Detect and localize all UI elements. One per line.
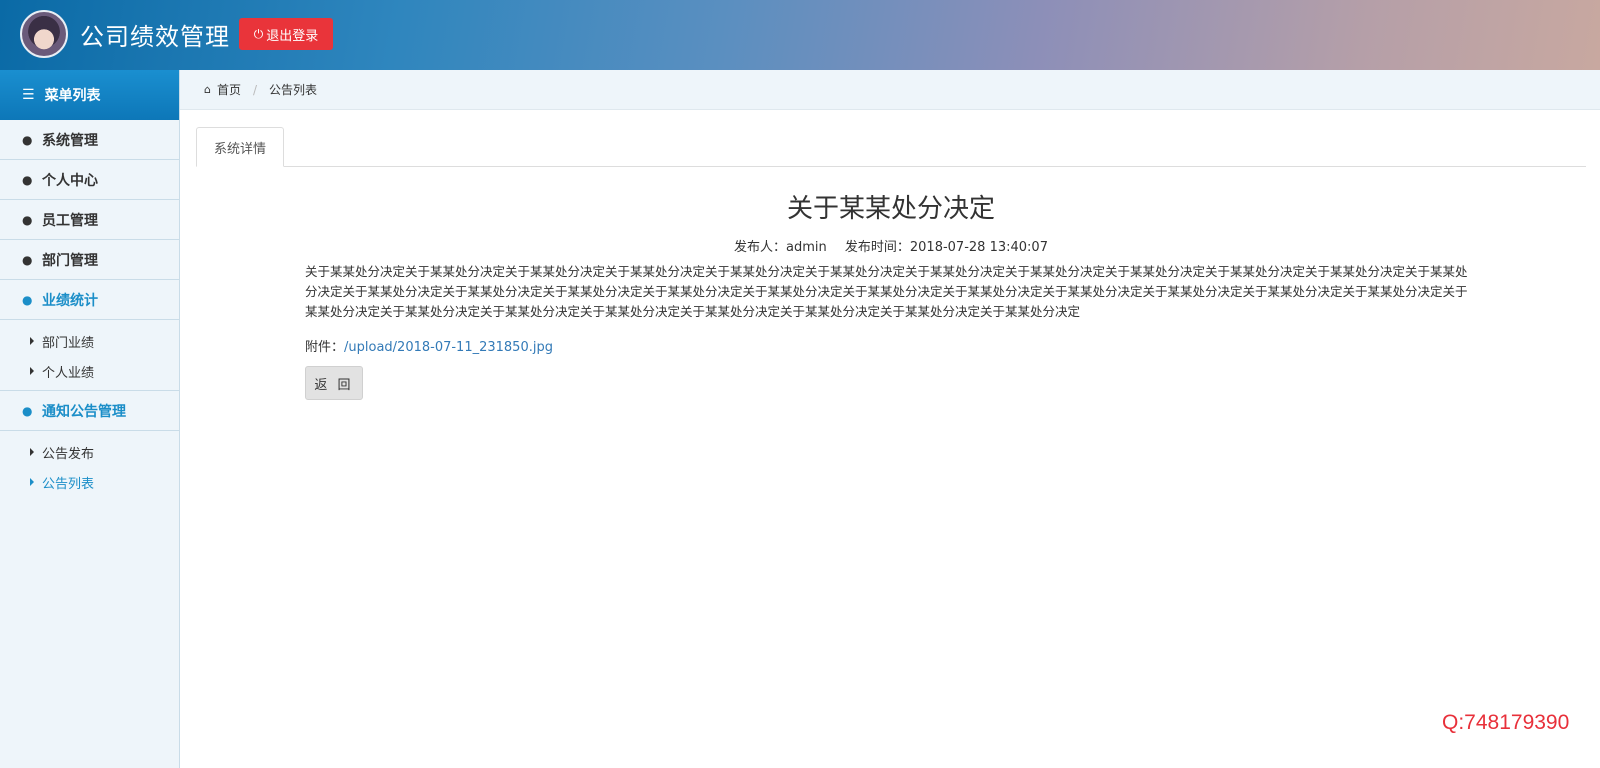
breadcrumb-separator: / — [253, 82, 258, 97]
logout-label: 退出登录 — [266, 28, 319, 44]
caret-right-icon — [30, 337, 34, 345]
tab-system-details[interactable]: 系统详情 — [196, 127, 284, 167]
notice-attachment: 附件：/upload/2018-07-11_231850.jpg — [305, 336, 553, 355]
subitem-label: 个人业绩 — [42, 365, 95, 381]
power-icon: ⏻ — [253, 26, 264, 41]
menu-header: ☰ 菜单列表 — [0, 70, 179, 120]
sidebar-item-performance[interactable]: ● 业绩统计 — [0, 280, 179, 320]
caret-right-icon — [30, 448, 34, 456]
list-icon: ☰ — [22, 87, 35, 103]
caret-right-icon — [30, 478, 34, 486]
notices-submenu: 公告发布 公告列表 — [0, 431, 179, 501]
sidebar-subitem-personal-performance[interactable]: 个人业绩 — [0, 356, 179, 386]
main-content: 系统详情 关于某某处分决定 发布人：admin 发布时间：2018-07-28 … — [196, 126, 1586, 400]
notice-meta: 发布人：admin 发布时间：2018-07-28 13:40:07 — [196, 236, 1586, 255]
avatar[interactable] — [20, 10, 68, 58]
breadcrumb-current: 公告列表 — [269, 83, 318, 97]
back-button[interactable]: 返 回 — [305, 366, 363, 400]
sidebar-item-label: 系统管理 — [42, 132, 98, 149]
sidebar-item-label: 业绩统计 — [42, 292, 98, 309]
sidebar-item-notices[interactable]: ● 通知公告管理 — [0, 391, 179, 431]
subitem-label: 公告发布 — [42, 446, 95, 462]
attachment-link[interactable]: /upload/2018-07-11_231850.jpg — [344, 340, 553, 355]
sidebar-item-label: 部门管理 — [42, 252, 98, 269]
breadcrumb-home[interactable]: 首页 — [217, 81, 241, 98]
notice-publisher: 发布人：admin — [734, 240, 827, 255]
notice-time: 发布时间：2018-07-28 13:40:07 — [844, 240, 1048, 255]
notice-title: 关于某某处分决定 — [786, 194, 995, 224]
sidebar: ☰ 菜单列表 ● 系统管理 ● 个人中心 ● 员工管理 ● 部门管理 ● 业绩统… — [0, 70, 180, 768]
home-icon: ⌂ — [204, 83, 211, 96]
sidebar-item-employees[interactable]: ● 员工管理 — [0, 200, 179, 240]
user-icon: ● — [22, 252, 33, 267]
sidebar-item-system[interactable]: ● 系统管理 — [0, 120, 179, 160]
sidebar-subitem-dept-performance[interactable]: 部门业绩 — [0, 326, 179, 356]
user-icon: ● — [22, 403, 33, 418]
sidebar-subitem-publish-notice[interactable]: 公告发布 — [0, 437, 179, 467]
notice-body: 关于某某处分决定关于某某处分决定关于某某处分决定关于某某处分决定关于某某处分决定… — [305, 264, 1468, 319]
sidebar-subitem-notice-list[interactable]: 公告列表 — [0, 467, 179, 497]
sidebar-item-label: 员工管理 — [42, 212, 98, 229]
performance-submenu: 部门业绩 个人业绩 — [0, 320, 179, 391]
sidebar-item-departments[interactable]: ● 部门管理 — [0, 240, 179, 280]
attachment-label: 附件： — [305, 340, 345, 355]
user-icon: ● — [22, 292, 33, 307]
top-header: 公司绩效管理 ⏻ 退出登录 — [0, 0, 1600, 70]
sidebar-item-label: 个人中心 — [42, 172, 98, 189]
tab-bar: 系统详情 — [196, 126, 1586, 167]
user-icon: ● — [22, 212, 33, 227]
caret-right-icon — [30, 367, 34, 375]
watermark-text: Q:748179390 — [1442, 711, 1570, 734]
subitem-label: 公告列表 — [42, 476, 95, 492]
sidebar-item-label: 通知公告管理 — [42, 403, 126, 420]
breadcrumb: ⌂ 首页 / 公告列表 — [180, 70, 1600, 110]
menu-header-label: 菜单列表 — [44, 88, 101, 104]
user-icon: ● — [22, 132, 33, 147]
logout-button[interactable]: ⏻ 退出登录 — [239, 18, 333, 50]
sidebar-item-personal-center[interactable]: ● 个人中心 — [0, 160, 179, 200]
user-icon: ● — [22, 172, 33, 187]
subitem-label: 部门业绩 — [42, 335, 95, 351]
app-title: 公司绩效管理 — [80, 23, 230, 51]
